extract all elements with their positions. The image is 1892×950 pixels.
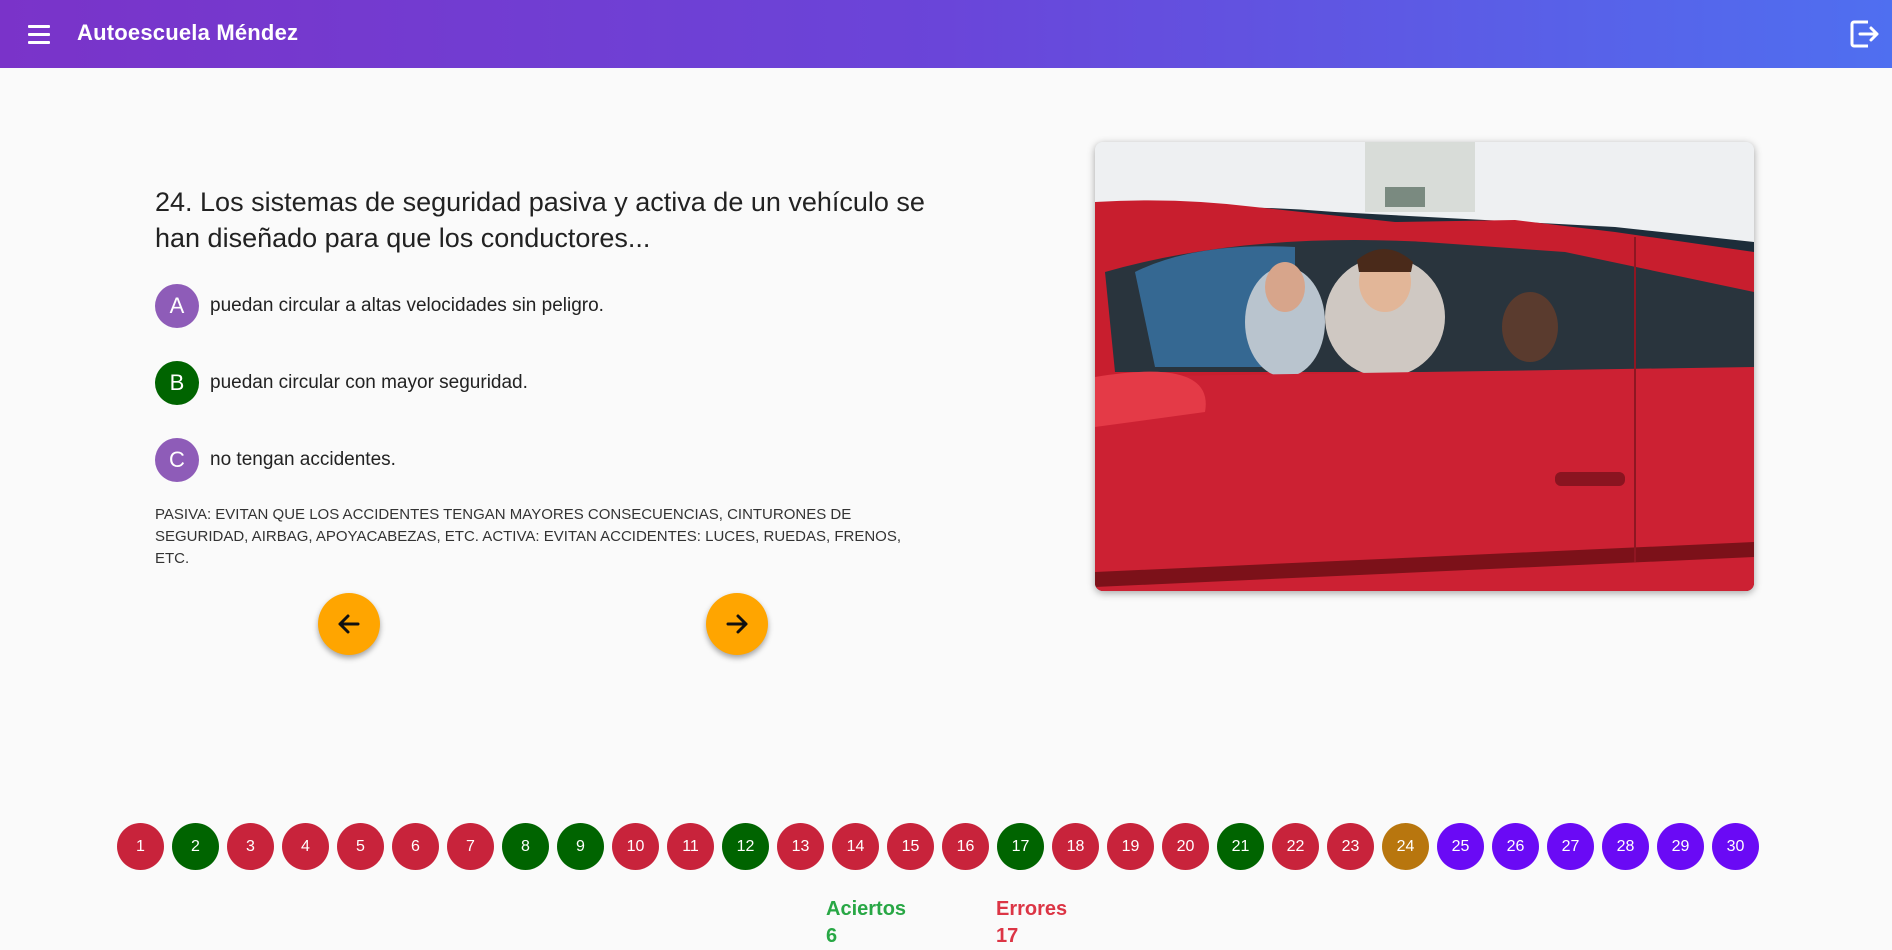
arrow-right-icon xyxy=(726,614,748,634)
question-number-8[interactable]: 8 xyxy=(502,823,549,870)
answer-option-b[interactable]: B puedan circular con mayor seguridad. xyxy=(155,361,528,405)
question-number-24[interactable]: 24 xyxy=(1382,823,1429,870)
top-app-bar: Autoescuela Méndez xyxy=(0,0,1892,68)
menu-icon[interactable] xyxy=(24,20,54,48)
logout-icon[interactable] xyxy=(1846,16,1882,52)
answer-letter-badge: C xyxy=(155,438,199,482)
question-text: 24. Los sistemas de seguridad pasiva y a… xyxy=(155,187,925,253)
question-number-12[interactable]: 12 xyxy=(722,823,769,870)
question-number-11[interactable]: 11 xyxy=(667,823,714,870)
question-number-14[interactable]: 14 xyxy=(832,823,879,870)
question-number-13[interactable]: 13 xyxy=(777,823,824,870)
answer-option-c[interactable]: C no tengan accidentes. xyxy=(155,438,396,482)
question-number-23[interactable]: 23 xyxy=(1327,823,1374,870)
question-number-26[interactable]: 26 xyxy=(1492,823,1539,870)
app-title: Autoescuela Méndez xyxy=(77,20,299,45)
question-number-9[interactable]: 9 xyxy=(557,823,604,870)
question-number-16[interactable]: 16 xyxy=(942,823,989,870)
answer-text: no tengan accidentes. xyxy=(210,449,396,470)
answer-text: puedan circular a altas velocidades sin … xyxy=(210,295,604,316)
question-number-3[interactable]: 3 xyxy=(227,823,274,870)
previous-question-button[interactable] xyxy=(318,593,380,655)
question-number-2[interactable]: 2 xyxy=(172,823,219,870)
question-number-4[interactable]: 4 xyxy=(282,823,329,870)
arrow-left-icon xyxy=(338,614,360,634)
car-photo xyxy=(1095,142,1754,591)
errors-count: 17 xyxy=(996,925,1019,947)
question-number-10[interactable]: 10 xyxy=(612,823,659,870)
question-image xyxy=(1095,142,1754,591)
next-question-button[interactable] xyxy=(706,593,768,655)
question-navigator: 1 2 3 4 5 6 7 8 9 10 11 12 13 14 15 16 17 18 19 20 21 22 23 24 2… xyxy=(117,823,1759,870)
question-number-15[interactable]: 15 xyxy=(887,823,934,870)
correct-score: Aciertos 6 xyxy=(826,896,906,950)
question-number-18[interactable]: 18 xyxy=(1052,823,1099,870)
correct-label: Aciertos xyxy=(826,898,907,920)
question-number-28[interactable]: 28 xyxy=(1602,823,1649,870)
question-number-27[interactable]: 27 xyxy=(1547,823,1594,870)
question-number-1[interactable]: 1 xyxy=(117,823,164,870)
question-number-30[interactable]: 30 xyxy=(1712,823,1759,870)
question-number-22[interactable]: 22 xyxy=(1272,823,1319,870)
errors-score: Errores 17 xyxy=(996,896,1067,950)
question-number-25[interactable]: 25 xyxy=(1437,823,1484,870)
answer-letter-badge: A xyxy=(155,284,199,328)
answer-explanation: PASIVA: EVITAN QUE LOS ACCIDENTES TENGAN… xyxy=(155,506,902,567)
question-number-21[interactable]: 21 xyxy=(1217,823,1264,870)
question-number-19[interactable]: 19 xyxy=(1107,823,1154,870)
answer-letter-badge: B xyxy=(155,361,199,405)
question-number-29[interactable]: 29 xyxy=(1657,823,1704,870)
answer-text: puedan circular con mayor seguridad. xyxy=(210,372,528,393)
question-number-7[interactable]: 7 xyxy=(447,823,494,870)
errors-label: Errores xyxy=(996,898,1068,920)
question-number-6[interactable]: 6 xyxy=(392,823,439,870)
question-number-20[interactable]: 20 xyxy=(1162,823,1209,870)
correct-count: 6 xyxy=(826,925,838,947)
question-number-17[interactable]: 17 xyxy=(997,823,1044,870)
question-number-5[interactable]: 5 xyxy=(337,823,384,870)
answer-option-a[interactable]: A puedan circular a altas velocidades si… xyxy=(155,284,604,328)
